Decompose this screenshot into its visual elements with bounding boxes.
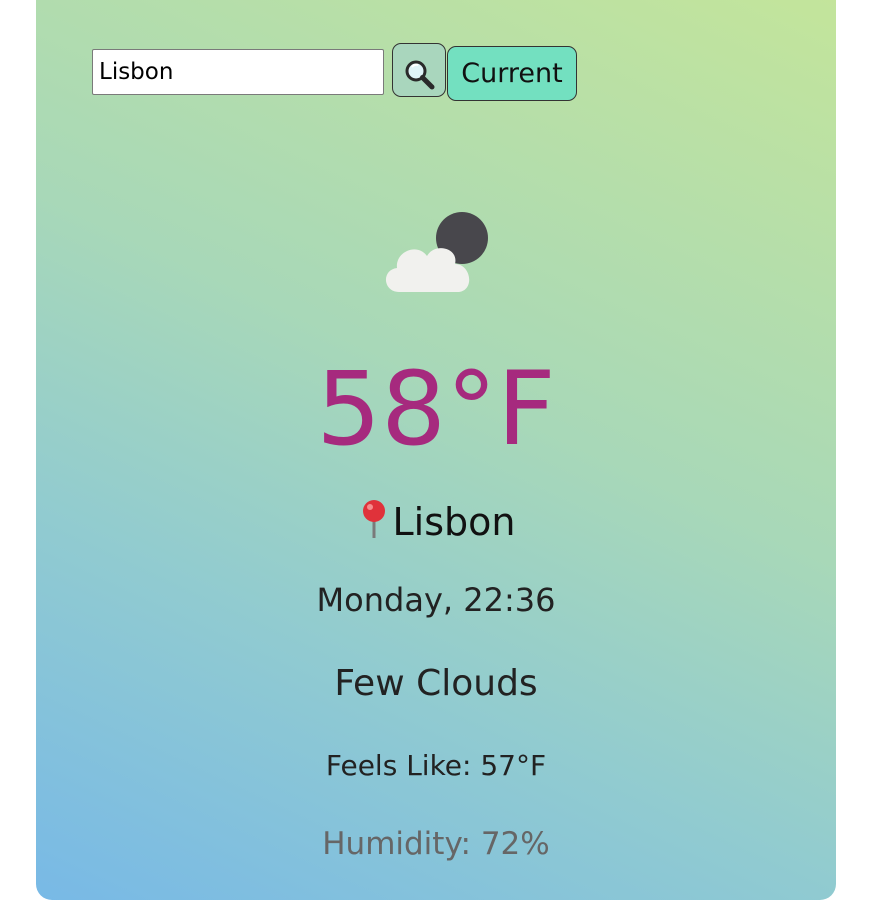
pin-icon — [362, 500, 385, 538]
date-time: Monday, 22:36 — [316, 581, 556, 619]
search-icon — [405, 60, 435, 89]
feels-like: Feels Like: 57°F — [325, 749, 547, 782]
weather-description: Few Clouds — [334, 663, 538, 704]
current-location-button[interactable]: Current — [447, 46, 577, 101]
city-search-input[interactable] — [92, 49, 384, 95]
search-button[interactable] — [392, 43, 446, 97]
location-line: Lisbon — [36, 498, 836, 546]
partly-cloudy-night-icon — [385, 212, 488, 292]
weather-card: Current 58°F Lisbon Monday, 22:36 Few Cl… — [36, 0, 836, 900]
temperature-value: 58°F — [316, 350, 556, 469]
city-name: Lisbon — [392, 500, 516, 544]
humidity: Humidity: 72% — [322, 826, 550, 862]
